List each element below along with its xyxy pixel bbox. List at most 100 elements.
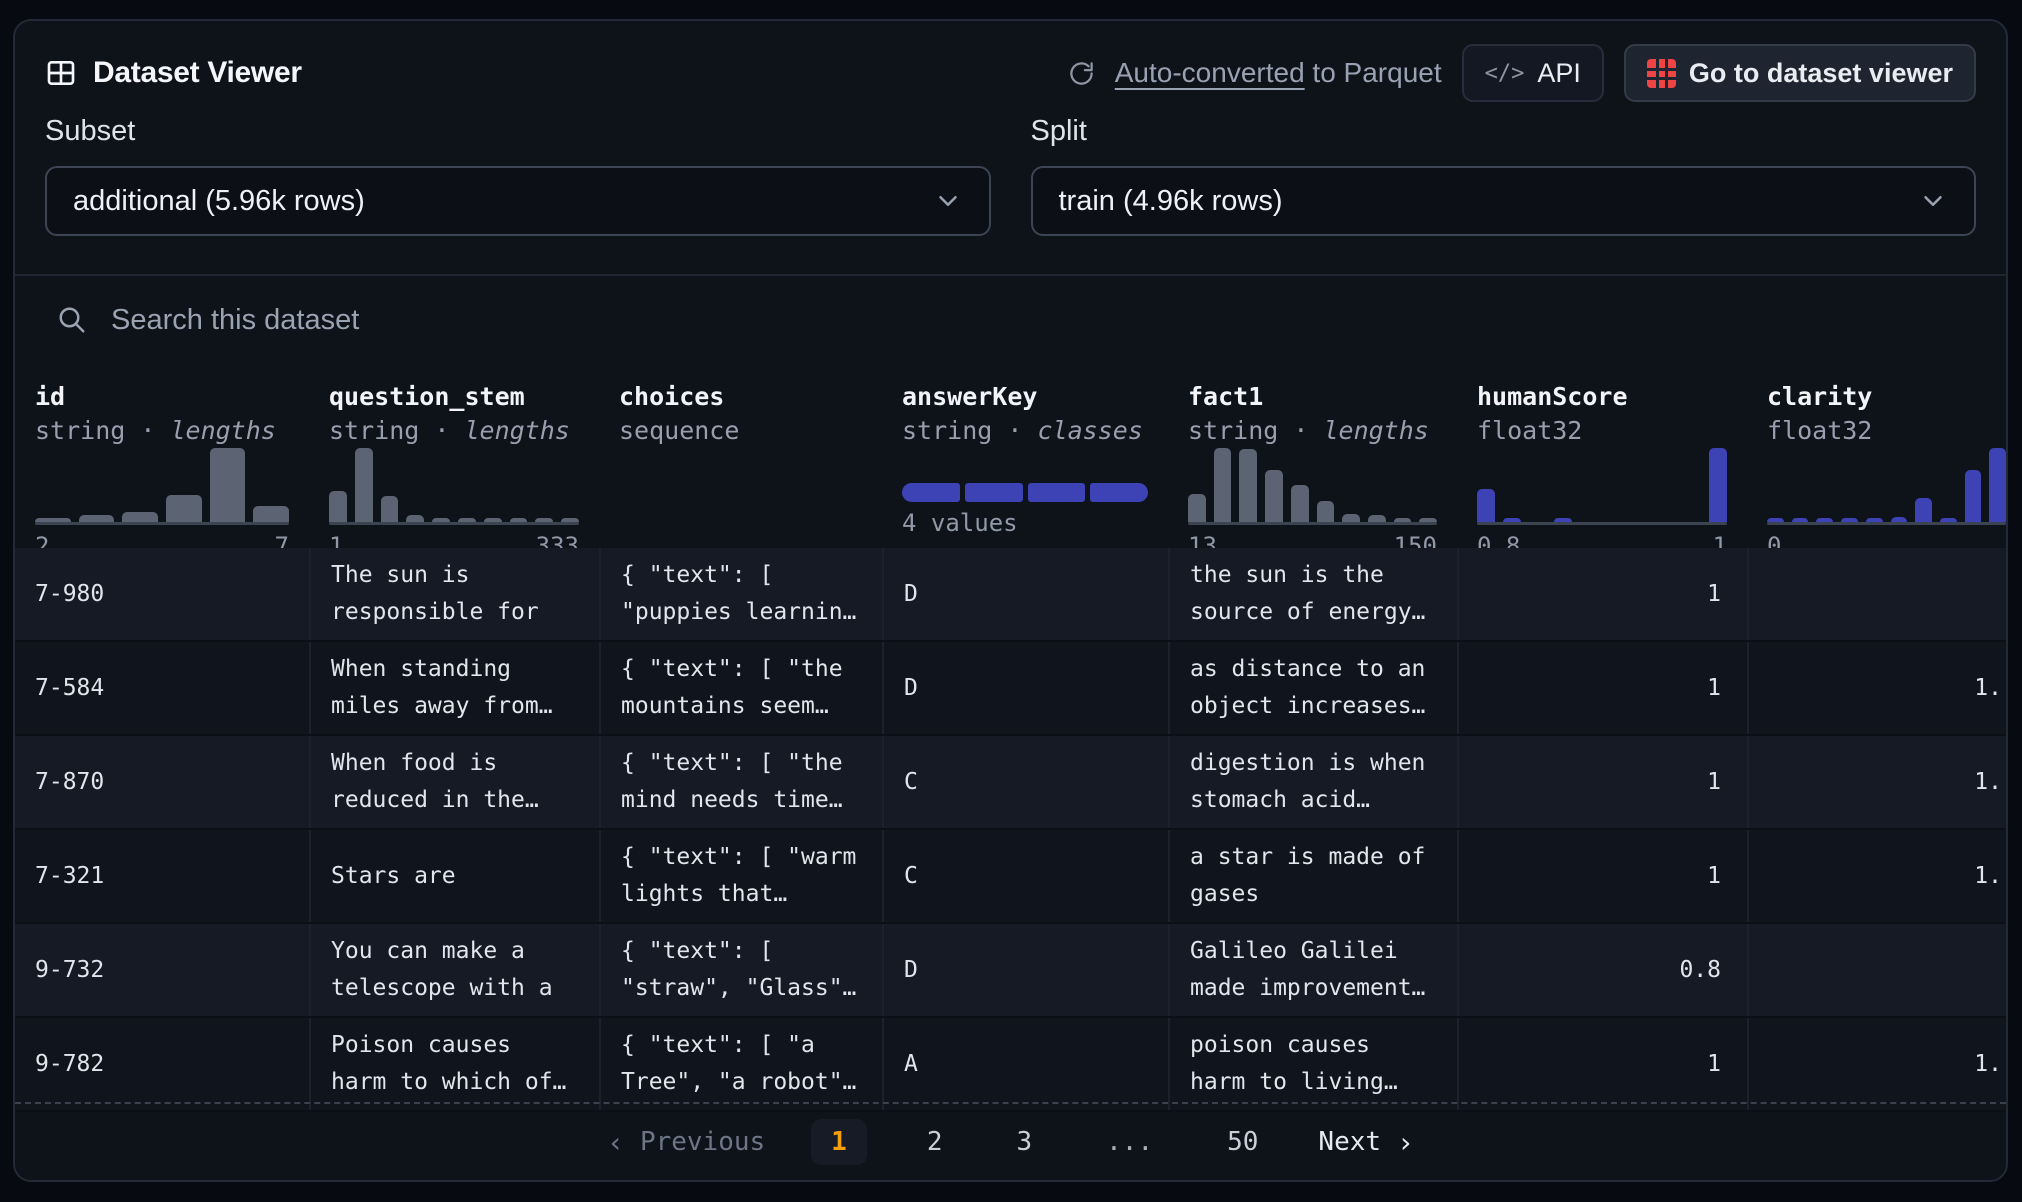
class-segment[interactable] bbox=[965, 483, 1023, 502]
cell-question_stem[interactable]: When food is reduced in the… bbox=[309, 736, 599, 828]
pagination-next[interactable]: Next› bbox=[1318, 1126, 1413, 1159]
histogram-bar[interactable] bbox=[432, 518, 450, 522]
cell-humanScore[interactable]: 1 bbox=[1457, 1018, 1747, 1110]
pagination-page-1[interactable]: 1 bbox=[811, 1119, 867, 1165]
histogram-bar[interactable] bbox=[1816, 518, 1833, 522]
histogram-bar[interactable] bbox=[1554, 518, 1572, 522]
cell-fact1[interactable]: as distance to an object increases… bbox=[1168, 642, 1457, 734]
cell-fact1[interactable]: poison causes harm to living… bbox=[1168, 1018, 1457, 1110]
cell-choices[interactable]: { "text": [ "puppies learnin… bbox=[599, 548, 882, 640]
table-grid-icon bbox=[45, 57, 77, 89]
pagination-page-2[interactable]: 2 bbox=[913, 1119, 957, 1165]
search-input[interactable] bbox=[111, 304, 1976, 337]
histogram-bar[interactable] bbox=[1477, 489, 1495, 522]
cell-id[interactable]: 7-584 bbox=[15, 642, 309, 734]
histogram-bar[interactable] bbox=[510, 518, 528, 522]
class-segment[interactable] bbox=[1028, 483, 1086, 502]
histogram-bar[interactable] bbox=[1915, 498, 1932, 522]
histogram-bar[interactable] bbox=[1841, 518, 1858, 522]
histogram-bar[interactable] bbox=[1239, 449, 1257, 522]
histogram-bar[interactable] bbox=[1940, 518, 1957, 522]
cell-clarity[interactable]: 1. bbox=[1747, 642, 2006, 734]
cell-humanScore[interactable]: 1 bbox=[1457, 548, 1747, 640]
histogram-bar[interactable] bbox=[1965, 470, 1982, 522]
histogram-bar[interactable] bbox=[79, 515, 115, 522]
histogram-bar[interactable] bbox=[458, 518, 476, 522]
histogram-bar[interactable] bbox=[1503, 518, 1521, 522]
class-segment[interactable] bbox=[1090, 483, 1148, 502]
cell-id[interactable]: 7-870 bbox=[15, 736, 309, 828]
cell-choices[interactable]: { "text": [ "the mind needs time… bbox=[599, 736, 882, 828]
histogram-bar[interactable] bbox=[355, 448, 373, 522]
cell-clarity[interactable] bbox=[1747, 924, 2006, 1016]
histogram-bar[interactable] bbox=[1792, 518, 1809, 522]
cell-humanScore[interactable]: 1 bbox=[1457, 642, 1747, 734]
histogram-bar[interactable] bbox=[1368, 515, 1386, 522]
histogram-bar[interactable] bbox=[1709, 448, 1727, 522]
histogram-bar[interactable] bbox=[1866, 518, 1883, 522]
cell-question_stem[interactable]: When standing miles away from… bbox=[309, 642, 599, 734]
cell-choices[interactable]: { "text": [ "a Tree", "a robot"… bbox=[599, 1018, 882, 1110]
cell-id[interactable]: 9-782 bbox=[15, 1018, 309, 1110]
histogram-bar[interactable] bbox=[1394, 518, 1412, 522]
cell-answerKey[interactable]: D bbox=[882, 548, 1168, 640]
histogram-bar[interactable] bbox=[1188, 494, 1206, 522]
cell-question_stem[interactable]: Stars are bbox=[309, 830, 599, 922]
cell-question_stem[interactable]: You can make a telescope with a bbox=[309, 924, 599, 1016]
cell-humanScore[interactable]: 0.8 bbox=[1457, 924, 1747, 1016]
subset-select[interactable]: additional (5.96k rows) bbox=[45, 166, 991, 236]
cell-humanScore[interactable]: 1 bbox=[1457, 736, 1747, 828]
cell-question_stem[interactable]: Poison causes harm to which of… bbox=[309, 1018, 599, 1110]
histogram-bar[interactable] bbox=[406, 515, 424, 522]
histogram-bar[interactable] bbox=[1419, 518, 1437, 522]
histogram-bar[interactable] bbox=[1265, 470, 1283, 522]
cell-answerKey[interactable]: D bbox=[882, 924, 1168, 1016]
cell-fact1[interactable]: a star is made of gases bbox=[1168, 830, 1457, 922]
histogram-bar[interactable] bbox=[1989, 448, 2006, 522]
histogram-bar[interactable] bbox=[210, 448, 246, 522]
histogram-bar[interactable] bbox=[1214, 448, 1232, 522]
histogram-bar[interactable] bbox=[484, 518, 502, 522]
pagination-previous[interactable]: ‹Previous bbox=[607, 1126, 765, 1159]
pagination-page-50[interactable]: 50 bbox=[1213, 1119, 1272, 1165]
histogram-bar[interactable] bbox=[166, 495, 202, 522]
histogram-bar[interactable] bbox=[535, 518, 553, 522]
goto-dataset-viewer-button[interactable]: Go to dataset viewer bbox=[1624, 44, 1976, 102]
cell-fact1[interactable]: digestion is when stomach acid… bbox=[1168, 736, 1457, 828]
split-select[interactable]: train (4.96k rows) bbox=[1031, 166, 1977, 236]
cell-id[interactable]: 9-732 bbox=[15, 924, 309, 1016]
histogram-bar[interactable] bbox=[1767, 518, 1784, 522]
api-button[interactable]: </> API bbox=[1462, 44, 1604, 102]
pagination-page-3[interactable]: 3 bbox=[1002, 1119, 1046, 1165]
cell-answerKey[interactable]: D bbox=[882, 642, 1168, 734]
histogram-bar[interactable] bbox=[35, 518, 71, 522]
histogram-bar[interactable] bbox=[1891, 517, 1908, 522]
histogram-bar[interactable] bbox=[1291, 485, 1309, 522]
cell-fact1[interactable]: Galileo Galilei made improvement… bbox=[1168, 924, 1457, 1016]
classes-bar[interactable] bbox=[902, 483, 1148, 502]
cell-question_stem[interactable]: The sun is responsible for bbox=[309, 548, 599, 640]
auto-converted-link[interactable]: Auto-converted bbox=[1115, 57, 1305, 88]
cell-fact1[interactable]: the sun is the source of energy… bbox=[1168, 548, 1457, 640]
cell-answerKey[interactable]: A bbox=[882, 1018, 1168, 1110]
cell-choices[interactable]: { "text": [ "the mountains seem… bbox=[599, 642, 882, 734]
histogram-bar[interactable] bbox=[381, 496, 399, 522]
cell-clarity[interactable]: 1. bbox=[1747, 1018, 2006, 1110]
histogram-bar[interactable] bbox=[561, 518, 579, 522]
cell-humanScore[interactable]: 1 bbox=[1457, 830, 1747, 922]
cell-clarity[interactable] bbox=[1747, 548, 2006, 640]
histogram-bar[interactable] bbox=[1342, 514, 1360, 522]
histogram-bar[interactable] bbox=[329, 491, 347, 522]
cell-choices[interactable]: { "text": [ "straw", "Glass"… bbox=[599, 924, 882, 1016]
histogram-bar[interactable] bbox=[122, 512, 158, 522]
cell-choices[interactable]: { "text": [ "warm lights that… bbox=[599, 830, 882, 922]
histogram-bar[interactable] bbox=[253, 506, 289, 522]
cell-clarity[interactable]: 1. bbox=[1747, 736, 2006, 828]
histogram-bar[interactable] bbox=[1317, 501, 1335, 522]
cell-answerKey[interactable]: C bbox=[882, 830, 1168, 922]
cell-answerKey[interactable]: C bbox=[882, 736, 1168, 828]
class-segment[interactable] bbox=[902, 483, 960, 502]
cell-id[interactable]: 7-321 bbox=[15, 830, 309, 922]
cell-id[interactable]: 7-980 bbox=[15, 548, 309, 640]
cell-clarity[interactable]: 1. bbox=[1747, 830, 2006, 922]
